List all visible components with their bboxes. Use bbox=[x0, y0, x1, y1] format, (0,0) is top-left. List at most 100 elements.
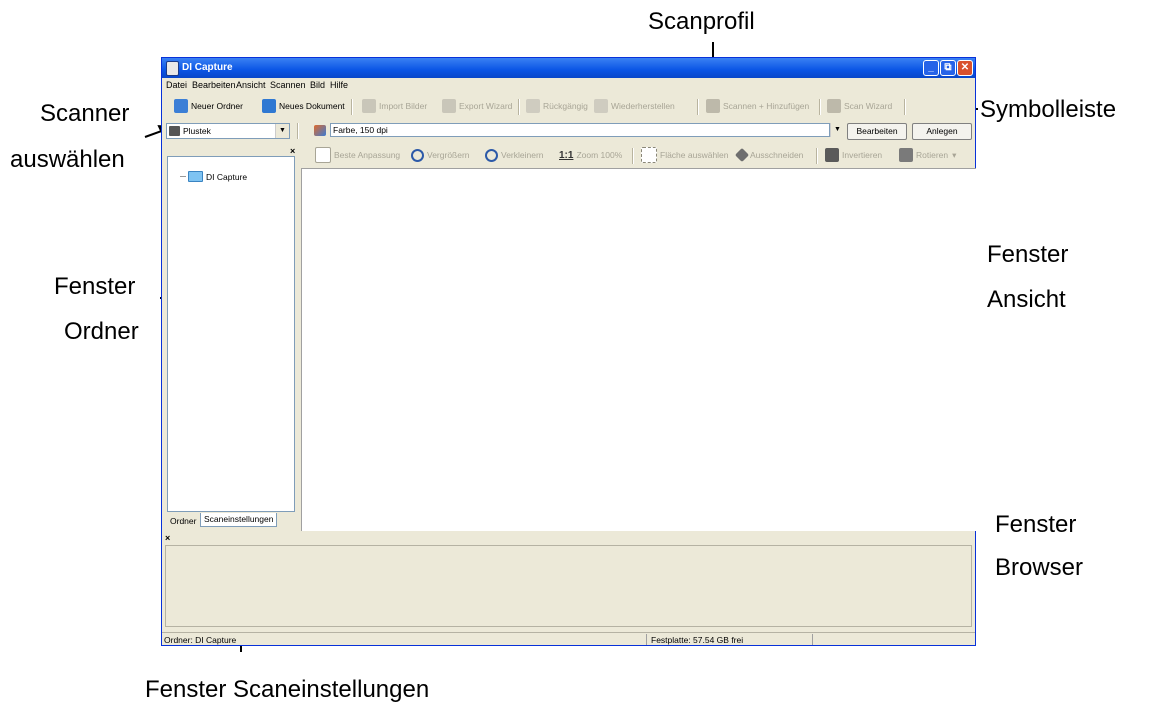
scanner-icon bbox=[169, 126, 180, 136]
zoom-100-icon: 1:1 bbox=[559, 149, 574, 161]
new-folder-button[interactable]: Neuer Ordner bbox=[174, 98, 243, 114]
callout-scanner: Scanner bbox=[40, 100, 130, 127]
invert-button[interactable]: Invertieren bbox=[825, 147, 882, 163]
scanner-select-value: Plustek bbox=[183, 126, 211, 136]
new-document-icon bbox=[262, 99, 276, 113]
app-window: DI Capture _ ⧉ ✕ Datei Bearbeiten Ansich… bbox=[161, 57, 976, 646]
tree-connector bbox=[180, 176, 186, 177]
export-wizard-button[interactable]: Export Wizard bbox=[442, 98, 512, 114]
callout-scanprofil: Scanprofil bbox=[648, 8, 755, 35]
import-images-icon bbox=[362, 99, 376, 113]
toolbar-separator bbox=[904, 99, 906, 115]
select-area-button[interactable]: Fläche auswählen bbox=[641, 147, 729, 163]
scanner-profile-row: Plustek ▼ Farbe, 150 dpi ▼ Bearbeiten An… bbox=[162, 121, 975, 141]
image-view-area[interactable] bbox=[301, 168, 976, 531]
rotate-button[interactable]: Rotieren ▾ bbox=[899, 147, 956, 163]
select-area-label: Fläche auswählen bbox=[660, 150, 729, 160]
create-profile-button[interactable]: Anlegen bbox=[912, 123, 972, 140]
tab-ordner[interactable]: Ordner bbox=[167, 515, 199, 529]
menu-ansicht[interactable]: Ansicht bbox=[236, 80, 266, 90]
invert-label: Invertieren bbox=[842, 150, 883, 160]
status-folder: Ordner: DI Capture bbox=[164, 635, 237, 645]
best-fit-label: Beste Anpassung bbox=[334, 150, 401, 160]
status-divider bbox=[812, 634, 813, 645]
magnifier-plus-icon bbox=[411, 148, 424, 162]
callout-symbolleiste: Symbolleiste bbox=[980, 96, 1117, 123]
redo-arrow-icon bbox=[594, 99, 608, 113]
new-folder-icon bbox=[174, 99, 188, 113]
edit-profile-button[interactable]: Bearbeiten bbox=[847, 123, 907, 140]
maximize-button[interactable]: ⧉ bbox=[940, 60, 956, 76]
toolbar-separator bbox=[816, 148, 818, 164]
window-title: DI Capture bbox=[182, 62, 233, 73]
toolbar-separator bbox=[632, 148, 634, 164]
scan-wizard-button[interactable]: Scan Wizard bbox=[827, 98, 892, 114]
tab-scaneinstellungen[interactable]: Scaneinstellungen bbox=[200, 513, 278, 527]
scan-wizard-icon bbox=[827, 99, 841, 113]
undo-arrow-icon bbox=[526, 99, 540, 113]
scan-profile-value: Farbe, 150 dpi bbox=[330, 123, 830, 137]
browser-thumbnail-area[interactable] bbox=[165, 545, 972, 627]
callout-fenster-ordner-1: Fenster bbox=[54, 273, 136, 300]
chevron-down-icon[interactable]: ▼ bbox=[275, 124, 289, 138]
callout-auswaehlen: auswählen bbox=[10, 146, 125, 173]
app-icon bbox=[166, 61, 179, 76]
best-fit-button[interactable]: Beste Anpassung bbox=[315, 147, 400, 163]
redo-label: Wiederherstellen bbox=[611, 101, 675, 111]
scanner-select[interactable]: Plustek ▼ bbox=[166, 123, 290, 139]
zoom-out-button[interactable]: Verkleinern bbox=[485, 147, 544, 163]
chevron-down-icon[interactable]: ▼ bbox=[830, 123, 844, 137]
import-images-button[interactable]: Import Bilder bbox=[362, 98, 427, 114]
rotate-icon bbox=[899, 148, 913, 162]
view-toolbar: Beste Anpassung Vergrößern Verkleinern 1… bbox=[301, 144, 977, 166]
status-divider bbox=[646, 634, 647, 645]
menu-bild[interactable]: Bild bbox=[310, 80, 325, 90]
callout-fenster-browser-1: Fenster bbox=[995, 511, 1077, 538]
scan-profile-icon bbox=[314, 125, 326, 136]
undo-button[interactable]: Rückgängig bbox=[526, 98, 588, 114]
crop-label: Ausschneiden bbox=[750, 150, 804, 160]
rotate-dropdown-icon[interactable]: ▾ bbox=[952, 150, 956, 161]
callout-fenster-browser-2: Browser bbox=[995, 554, 1084, 581]
new-document-button[interactable]: Neues Dokument bbox=[262, 98, 345, 114]
toolbar-separator bbox=[819, 99, 821, 115]
zoom-in-button[interactable]: Vergrößern bbox=[411, 147, 470, 163]
scan-profile-select[interactable]: Farbe, 150 dpi ▼ bbox=[314, 123, 844, 139]
redo-button[interactable]: Wiederherstellen bbox=[594, 98, 675, 114]
export-wizard-icon bbox=[442, 99, 456, 113]
crop-button[interactable]: Ausschneiden bbox=[734, 147, 804, 163]
new-document-label: Neues Dokument bbox=[279, 101, 345, 111]
callout-fenster-scaneinstellungen: Fenster Scaneinstellungen bbox=[145, 676, 430, 703]
menu-hilfe[interactable]: Hilfe bbox=[330, 80, 348, 90]
folder-tree-root-label: DI Capture bbox=[206, 171, 248, 182]
scan-add-label: Scannen + Hinzufügen bbox=[723, 101, 810, 111]
menu-datei[interactable]: Datei bbox=[166, 80, 187, 90]
status-disk-space: Festplatte: 57.54 GB frei bbox=[651, 635, 744, 645]
menu-scannen[interactable]: Scannen bbox=[270, 80, 306, 90]
close-button[interactable]: ✕ bbox=[957, 60, 973, 76]
scan-add-button[interactable]: Scannen + Hinzufügen bbox=[706, 98, 809, 114]
browser-pane-close-icon[interactable]: × bbox=[165, 533, 170, 543]
import-images-label: Import Bilder bbox=[379, 101, 428, 111]
toolbar-separator bbox=[697, 99, 699, 115]
callout-fenster-ordner-2: Ordner bbox=[64, 318, 139, 345]
scan-add-icon bbox=[706, 99, 720, 113]
zoom-out-label: Verkleinern bbox=[501, 150, 544, 160]
zoom-100-label: Zoom 100% bbox=[576, 150, 623, 160]
browser-pane: × bbox=[162, 531, 975, 631]
folder-tree-root[interactable]: DI Capture bbox=[180, 171, 247, 182]
menu-bearbeiten[interactable]: Bearbeiten bbox=[192, 80, 236, 90]
new-folder-label: Neuer Ordner bbox=[191, 101, 243, 111]
toolbar-separator bbox=[297, 123, 299, 139]
undo-label: Rückgängig bbox=[543, 101, 588, 111]
magnifier-minus-icon bbox=[485, 148, 498, 162]
main-toolbar: Neuer Ordner Neues Dokument Import Bilde… bbox=[162, 95, 975, 117]
folder-pane-close-icon[interactable]: × bbox=[290, 146, 295, 156]
rotate-label: Rotieren bbox=[916, 150, 949, 160]
zoom-100-button[interactable]: 1:1 Zoom 100% bbox=[559, 147, 622, 163]
invert-icon bbox=[825, 148, 839, 162]
folder-tree-pane: DI Capture bbox=[167, 156, 295, 512]
toolbar-separator bbox=[518, 99, 520, 115]
minimize-button[interactable]: _ bbox=[923, 60, 939, 76]
title-bar[interactable]: DI Capture _ ⧉ ✕ bbox=[162, 58, 975, 78]
